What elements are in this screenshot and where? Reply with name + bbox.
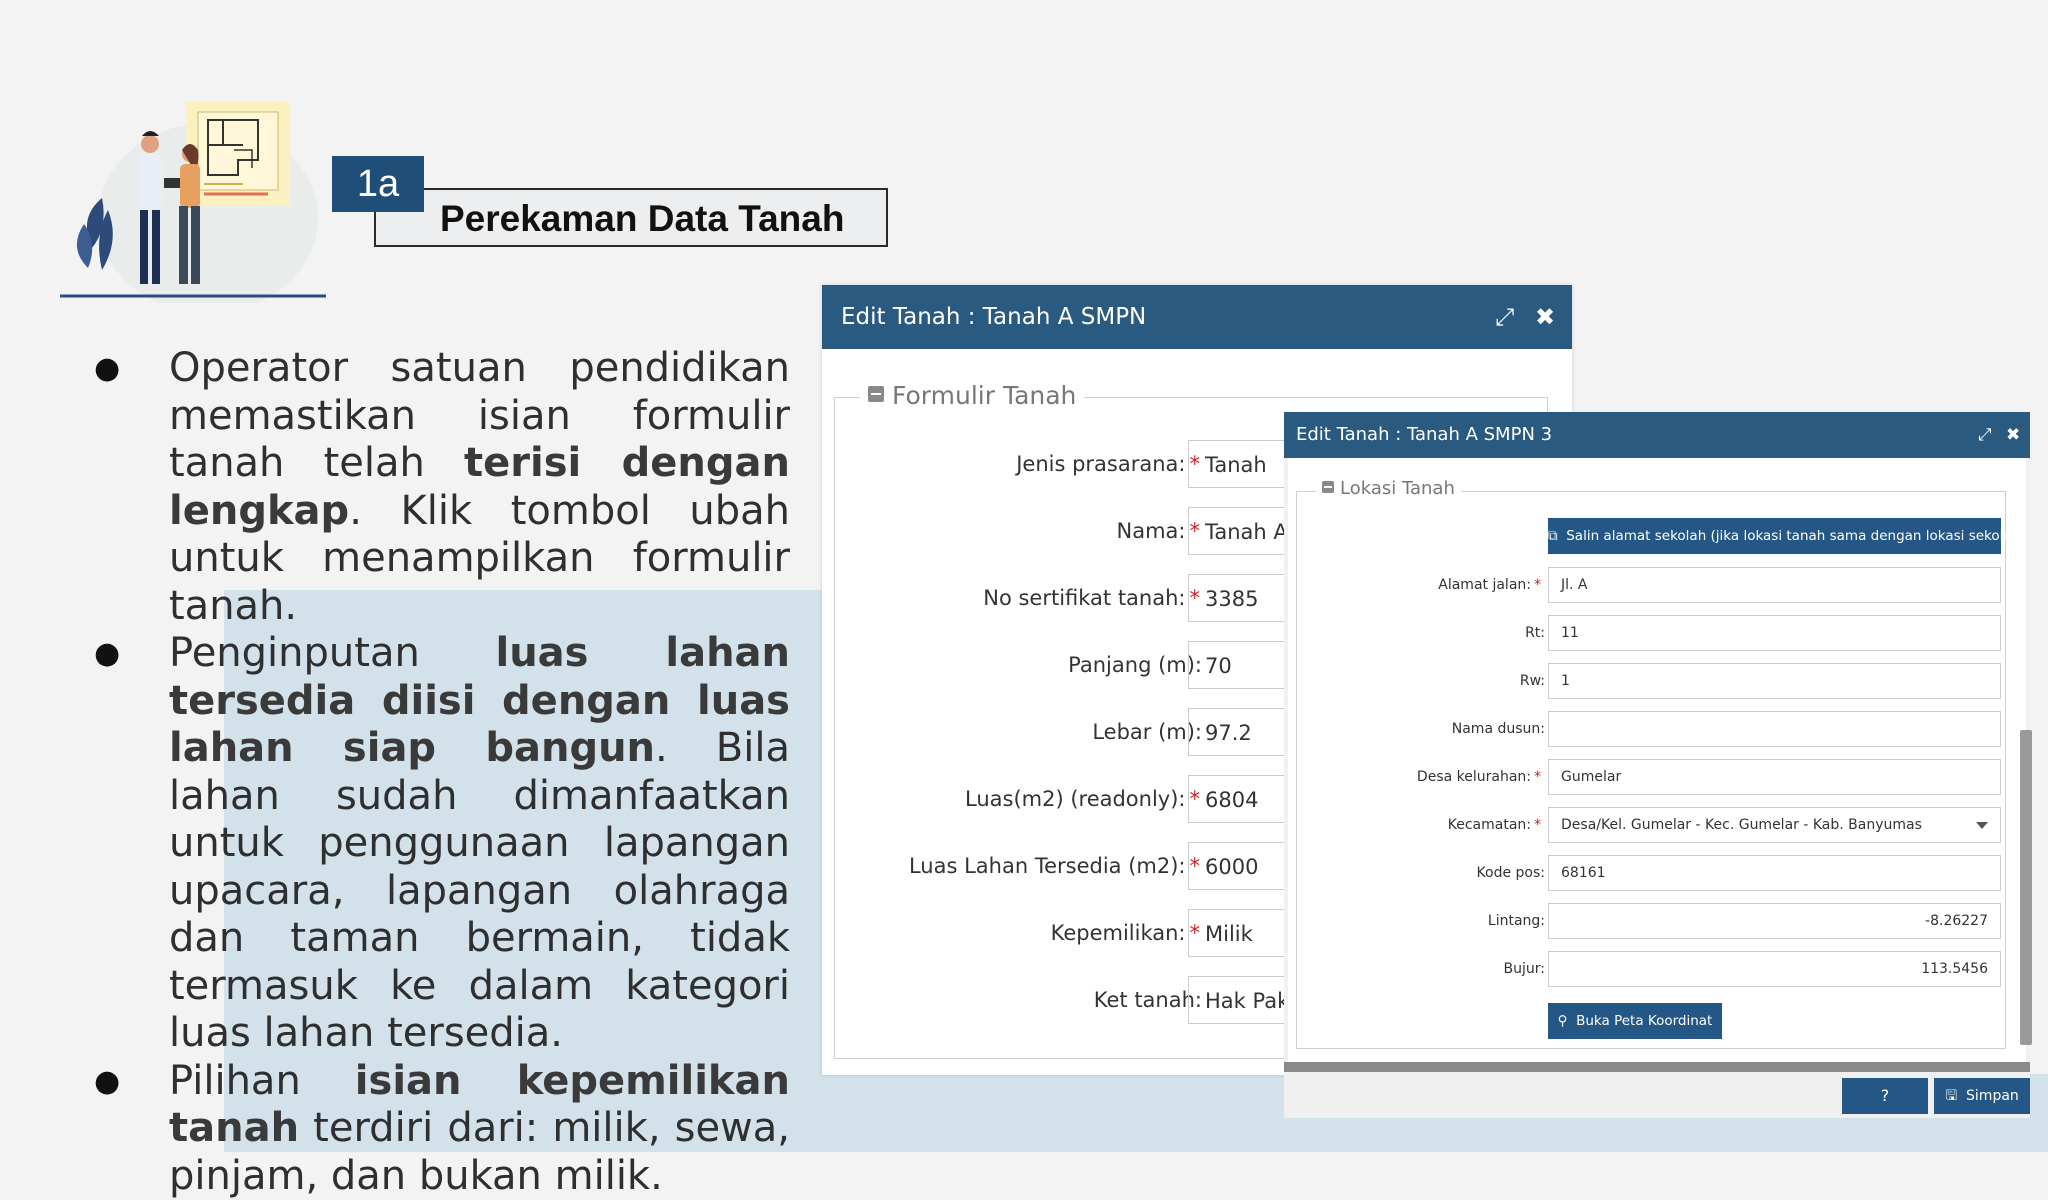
alamat-jalan-input[interactable]: Jl. A bbox=[1548, 567, 2001, 603]
floppy-disk-icon: 🖫 bbox=[1945, 1088, 1957, 1104]
chevron-down-icon[interactable] bbox=[1976, 822, 1988, 829]
maximize-icon[interactable]: ⤢ bbox=[1495, 285, 1514, 349]
help-icon: ? bbox=[1881, 1086, 1890, 1105]
planning-illustration bbox=[58, 98, 332, 303]
field-row: Kode pos:68161 bbox=[1288, 855, 2028, 893]
collapse-icon[interactable] bbox=[868, 386, 884, 402]
bullet-item: ●Operator satuan pendidikan memastikan i… bbox=[90, 345, 790, 630]
kecamatan-select[interactable]: Desa/Kel. Gumelar - Kec. Gumelar - Kab. … bbox=[1548, 807, 2001, 843]
map-pin-icon: ⚲ bbox=[1558, 1013, 1568, 1029]
lintang-input[interactable]: -8.26227 bbox=[1548, 903, 2001, 939]
window-title: Edit Tanah : Tanah A SMPN bbox=[841, 304, 1146, 330]
section-number-badge: 1a bbox=[332, 156, 424, 212]
window-header[interactable]: Edit Tanah : Tanah A SMPN 3 ⤢ ✖ bbox=[1284, 412, 2030, 458]
bullet-item: ●Penginputan luas lahan tersedia diisi d… bbox=[90, 630, 790, 1058]
desa-kelurahan-input[interactable]: Gumelar bbox=[1548, 759, 2001, 795]
window-header[interactable]: Edit Tanah : Tanah A SMPN ⤢ ✖ bbox=[822, 285, 1572, 349]
rw-input[interactable]: 1 bbox=[1548, 663, 2001, 699]
kode-pos-input[interactable]: 68161 bbox=[1548, 855, 2001, 891]
copy-school-address-button[interactable]: ⧉ Salin alamat sekolah (jika lokasi tana… bbox=[1548, 518, 2001, 554]
field-row: Nama dusun: bbox=[1288, 711, 2028, 749]
field-row: Lintang:-8.26227 bbox=[1288, 903, 2028, 941]
window-footer-bar bbox=[1284, 1062, 2030, 1072]
maximize-icon[interactable]: ⤢ bbox=[1978, 412, 1992, 458]
help-button[interactable]: ? bbox=[1842, 1078, 1928, 1114]
bullet-dot-icon: ● bbox=[94, 630, 120, 678]
bullet-dot-icon: ● bbox=[94, 1058, 120, 1106]
window-body: Lokasi Tanah ⧉ Salin alamat sekolah (jik… bbox=[1288, 458, 2026, 1062]
window-title: Edit Tanah : Tanah A SMPN 3 bbox=[1296, 424, 1552, 445]
field-row: Desa kelurahan:*Gumelar bbox=[1288, 759, 2028, 797]
close-icon[interactable]: ✖ bbox=[2006, 412, 2020, 458]
formulir-tanah-legend[interactable]: Formulir Tanah bbox=[860, 381, 1084, 410]
rt-input[interactable]: 11 bbox=[1548, 615, 2001, 651]
copy-icon: ⧉ bbox=[1548, 528, 1558, 544]
save-button[interactable]: 🖫 Simpan bbox=[1934, 1078, 2030, 1114]
field-row: Alamat jalan:*Jl. A bbox=[1288, 567, 2028, 605]
collapse-icon[interactable] bbox=[1322, 481, 1334, 493]
open-map-button[interactable]: ⚲ Buka Peta Koordinat bbox=[1548, 1003, 1722, 1039]
field-row: Bujur:113.5456 bbox=[1288, 951, 2028, 989]
bujur-input[interactable]: 113.5456 bbox=[1548, 951, 2001, 987]
bullet-item: ●Pilihan isian kepemilikan tanah terdiri… bbox=[90, 1058, 790, 1200]
field-row: Kecamatan:*Desa/Kel. Gumelar - Kec. Gume… bbox=[1288, 807, 2028, 845]
close-icon[interactable]: ✖ bbox=[1535, 285, 1555, 349]
section-title: Perekaman Data Tanah bbox=[374, 188, 888, 247]
lokasi-tanah-legend[interactable]: Lokasi Tanah bbox=[1316, 478, 1461, 499]
lokasi-tanah-window: Edit Tanah : Tanah A SMPN 3 ⤢ ✖ Lokasi T… bbox=[1284, 412, 2030, 1118]
scrollbar[interactable] bbox=[2020, 730, 2032, 1045]
nama-dusun-input[interactable] bbox=[1548, 711, 2001, 747]
field-row: Rt:11 bbox=[1288, 615, 2028, 653]
field-row: Rw:1 bbox=[1288, 663, 2028, 701]
bullet-dot-icon: ● bbox=[94, 345, 120, 393]
bullet-list: ●Operator satuan pendidikan memastikan i… bbox=[90, 345, 790, 1200]
